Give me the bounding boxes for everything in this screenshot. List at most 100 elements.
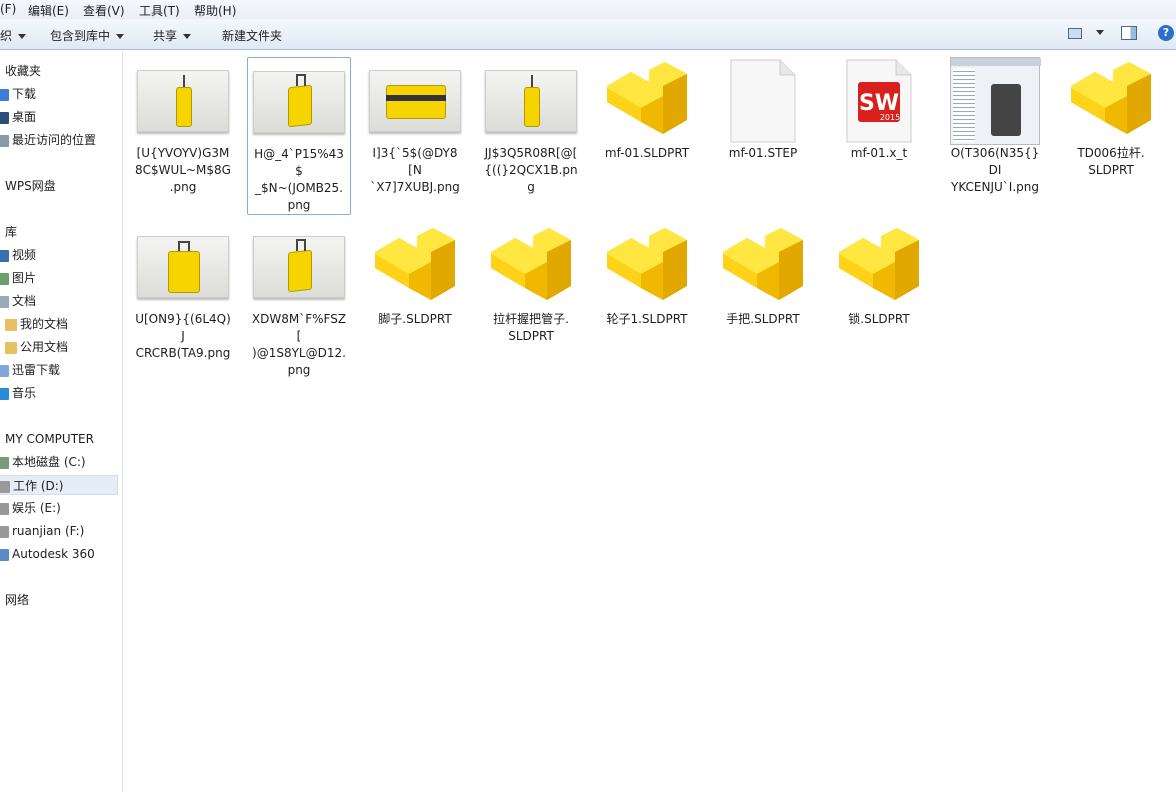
solidworks-part-icon xyxy=(489,224,573,311)
sidebar-item-label: 音乐 xyxy=(12,386,37,400)
file-name: 脚子.SLDPRT xyxy=(363,311,467,328)
file-item[interactable]: 拉杆握把管子. SLDPRT xyxy=(479,223,583,345)
sidebar-item[interactable]: 迅雷下载 xyxy=(0,360,60,380)
file-name: mf-01.STEP xyxy=(711,145,815,162)
preview-pane-icon[interactable] xyxy=(1121,26,1137,40)
sidebar-section-header[interactable]: WPS网盘 xyxy=(5,176,56,196)
solidworks-part-icon xyxy=(1069,58,1153,145)
file-list: [U{YVOYV)G3M 8C$WUL~M$8G .png H@_4`P15%43$ _… xyxy=(124,51,1176,792)
sidebar-item[interactable]: ruanjian (F:) xyxy=(0,521,84,541)
file-item[interactable]: 锁.SLDPRT xyxy=(827,223,931,328)
include-in-library-button[interactable]: 包含到库中 xyxy=(50,27,125,44)
menu-item[interactable]: 编辑(E) xyxy=(28,2,69,19)
organize-button[interactable]: 织 xyxy=(0,27,27,44)
file-name-line: SLDPRT xyxy=(508,329,554,343)
file-name-line: H@_4`P15%43$ xyxy=(254,147,344,178)
file-name: U[ON9}{(6L4Q)J CRCRB(TA9.png xyxy=(131,311,235,362)
help-icon[interactable]: ? xyxy=(1158,25,1174,41)
autodesk-360-icon xyxy=(0,548,9,561)
file-item[interactable]: mf-01.SLDPRT xyxy=(595,57,699,162)
menu-item[interactable]: (F) xyxy=(0,2,16,16)
sidebar-item-label: 娱乐 (E:) xyxy=(12,501,61,515)
share-button[interactable]: 共享 xyxy=(153,27,192,44)
image-thumbnail xyxy=(137,70,229,132)
sidebar-item[interactable]: 我的文档 xyxy=(5,314,68,334)
sidebar-section-header[interactable]: 收藏夹 xyxy=(5,61,41,81)
file-name-line: .png xyxy=(169,180,197,194)
solidworks-part-icon xyxy=(605,58,689,145)
sidebar-item[interactable]: 工作 (D:) xyxy=(0,475,118,495)
file-item[interactable]: 轮子1.SLDPRT xyxy=(595,223,699,328)
file-item[interactable]: 手把.SLDPRT xyxy=(711,223,815,328)
sidebar-item[interactable]: 图片 xyxy=(0,268,36,288)
file-item[interactable]: I]3{`5$(@DY8[N `X7]7XUBJ.png xyxy=(363,57,467,196)
file-item[interactable]: H@_4`P15%43$ _$N~(JOMB25. png xyxy=(247,57,351,215)
organize-label: 织 xyxy=(0,29,13,43)
file-name-line: U[ON9}{(6L4Q)J xyxy=(135,312,231,343)
file-name-line: )@1S8YL@D12. xyxy=(252,346,346,360)
recent-places-icon xyxy=(0,134,9,147)
sidebar-item[interactable]: 公用文档 xyxy=(5,337,68,357)
toolbar: 织 包含到库中 共享 新建文件夹 ? xyxy=(0,19,1176,50)
file-name: XDW8M`F%FSZ[)@1S8YL@D12. png xyxy=(247,311,351,379)
menu-item[interactable]: 查看(V) xyxy=(83,2,125,19)
file-name-line: O(T306(N35{}DI xyxy=(950,146,1040,177)
file-item[interactable]: SW 2015 mf-01.x_t xyxy=(827,57,931,162)
sidebar-item-label: 图片 xyxy=(12,271,37,285)
sidebar-item-label: 文档 xyxy=(12,294,37,308)
file-item[interactable]: [U{YVOYV)G3M 8C$WUL~M$8G .png xyxy=(131,57,235,196)
music-icon xyxy=(0,387,9,400)
file-name-line: mf-01.STEP xyxy=(728,146,798,160)
file-name-line: 8C$WUL~M$8G xyxy=(135,163,231,177)
sidebar-item[interactable]: 本地磁盘 (C:) xyxy=(0,452,86,472)
documents-icon xyxy=(0,295,9,308)
download-icon xyxy=(0,88,9,101)
sidebar-section-header[interactable]: 库 xyxy=(5,222,17,242)
sidebar-item[interactable]: 娱乐 (E:) xyxy=(0,498,61,518)
file-name-line: 脚子.SLDPRT xyxy=(378,312,452,326)
view-options-icon[interactable] xyxy=(1068,28,1082,39)
menu-item[interactable]: 工具(T) xyxy=(139,2,180,19)
file-name-line: [U{YVOYV)G3M xyxy=(136,146,230,160)
file-name-line: _$N~(JOMB25. xyxy=(254,181,343,195)
include-label: 包含到库中 xyxy=(50,29,111,43)
menu-bar: (F) 编辑(E) 查看(V) 工具(T) 帮助(H) xyxy=(0,0,1176,19)
sidebar-item[interactable]: 桌面 xyxy=(0,107,36,127)
sidebar-item[interactable]: 下载 xyxy=(0,84,36,104)
sidebar-item-label: Autodesk 360 xyxy=(12,547,95,561)
file-item[interactable]: TD006拉杆. SLDPRT xyxy=(1059,57,1163,179)
file-name: H@_4`P15%43$ _$N~(JOMB25. png xyxy=(248,146,350,214)
solidworks-part-icon xyxy=(721,224,805,311)
file-name: O(T306(N35{}DI YKCENJU`I.png xyxy=(943,145,1047,196)
image-thumbnail xyxy=(137,236,229,298)
file-item[interactable]: 脚子.SLDPRT xyxy=(363,223,467,328)
sidebar-section-header[interactable]: MY COMPUTER xyxy=(5,429,94,449)
file-item[interactable]: JJ$3Q5R08R[@[{((}2QCX1B.png xyxy=(479,57,583,196)
sidebar-section-header[interactable]: 网络 xyxy=(5,590,29,610)
sidebar-item-label: 最近访问的位置 xyxy=(12,133,97,147)
file-name: 锁.SLDPRT xyxy=(827,311,931,328)
file-name-line: 锁.SLDPRT xyxy=(848,312,910,326)
sidebar-item[interactable]: 音乐 xyxy=(0,383,36,403)
file-item[interactable]: XDW8M`F%FSZ[)@1S8YL@D12. png xyxy=(247,223,351,379)
sidebar-item-label: 公用文档 xyxy=(20,340,69,354)
sidebar-item[interactable]: Autodesk 360 xyxy=(0,544,95,564)
file-item[interactable]: U[ON9}{(6L4Q)J CRCRB(TA9.png xyxy=(131,223,235,362)
sidebar-item[interactable]: 文档 xyxy=(0,291,36,311)
sidebar-item[interactable]: 视频 xyxy=(0,245,36,265)
new-folder-button[interactable]: 新建文件夹 xyxy=(222,27,282,44)
file-name: mf-01.SLDPRT xyxy=(595,145,699,162)
view-dropdown-icon[interactable] xyxy=(1090,25,1104,39)
file-name-line: TD006拉杆. xyxy=(1077,146,1145,160)
navigation-pane: 收藏夹下载桌面最近访问的位置 WPS网盘库视频图片文档我的文档公用文档迅雷下载音乐… xyxy=(0,51,123,792)
menu-item[interactable]: 帮助(H) xyxy=(194,2,236,19)
sidebar-item[interactable]: 最近访问的位置 xyxy=(0,130,96,150)
file-item[interactable]: mf-01.STEP xyxy=(711,57,815,162)
file-name-line: I]3{`5$(@DY8[N xyxy=(372,146,458,177)
file-name: 轮子1.SLDPRT xyxy=(595,311,699,328)
file-name-line: 手把.SLDPRT xyxy=(726,312,800,326)
drive-icon xyxy=(0,456,9,469)
file-item[interactable]: O(T306(N35{}DI YKCENJU`I.png xyxy=(943,57,1047,196)
blank-file-icon xyxy=(730,59,796,143)
sidebar-item-label: 网络 xyxy=(5,593,30,607)
